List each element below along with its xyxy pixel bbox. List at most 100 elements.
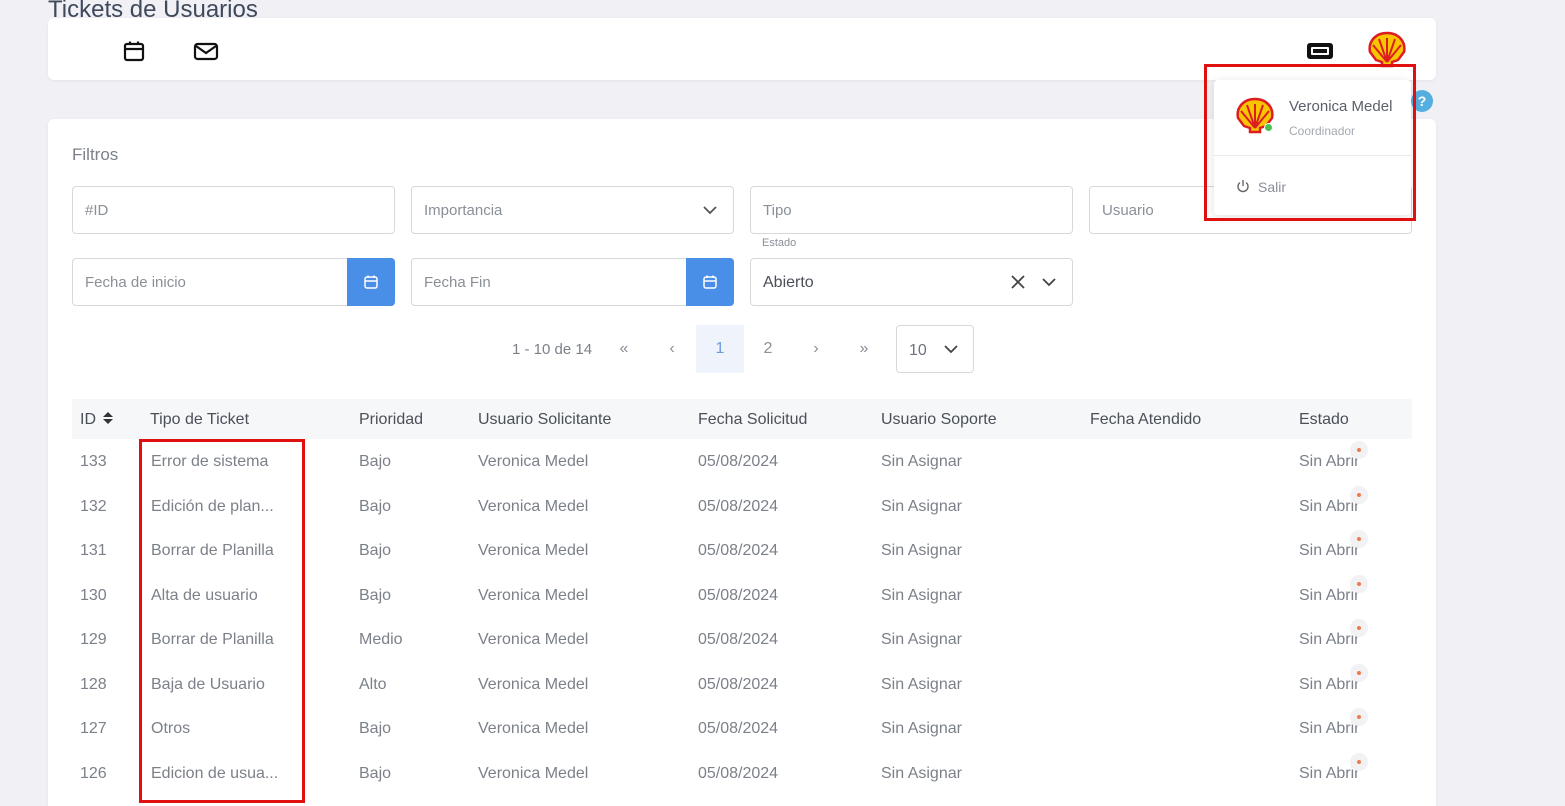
cell-soporte: Sin Asignar: [881, 586, 962, 604]
column-header-soporte: Usuario Soporte: [881, 411, 997, 428]
first-page-button[interactable]: «: [600, 325, 648, 373]
table-row[interactable]: 132 Edición de plan... Bajo Veronica Medel 0…: [72, 484, 1412, 529]
help-icon[interactable]: ?: [1411, 90, 1433, 112]
cell-fecha-solicitud: 05/08/2024: [698, 497, 779, 515]
fecha-inicio-input[interactable]: Fecha de inicio: [72, 258, 395, 306]
status-dot: [1350, 441, 1368, 459]
id-placeholder: #ID: [85, 202, 109, 219]
sort-icon: [103, 412, 114, 424]
table-row[interactable]: 133 Error de sistema Bajo Veronica Medel 05/…: [72, 439, 1412, 484]
cell-solicitante: Veronica Medel: [478, 453, 589, 470]
cell-tipo: Borrar de Planilla: [151, 542, 274, 559]
fecha-fin-input[interactable]: Fecha Fin: [411, 258, 734, 306]
last-page-button[interactable]: »: [840, 325, 888, 373]
calendar-icon: [364, 275, 378, 289]
ticket-icon[interactable]: [1305, 39, 1335, 63]
status-dot: [1350, 485, 1368, 504]
cell-soporte: Sin Asignar: [881, 631, 962, 648]
cell-tipo: Error de sistema: [151, 453, 269, 470]
cell-tipo: Otros: [151, 720, 191, 737]
cell-tipo: Edición de plan...: [151, 497, 274, 515]
mail-icon[interactable]: [193, 39, 219, 63]
page-2-button[interactable]: 2: [744, 325, 792, 373]
cell-id: 131: [80, 542, 107, 559]
chevron-down-icon[interactable]: [1040, 273, 1058, 295]
cell-tipo: Baja de Usuario: [151, 675, 265, 693]
logout-button[interactable]: Salir: [1236, 179, 1286, 195]
cell-soporte: Sin Asignar: [881, 720, 962, 737]
importancia-select[interactable]: Importancia: [411, 186, 734, 234]
chevron-down-icon: [943, 341, 959, 362]
cell-fecha-solicitud: 05/08/2024: [698, 764, 779, 782]
cell-soporte: Sin Asignar: [881, 675, 962, 693]
page-size-select[interactable]: 10: [896, 325, 974, 373]
fecha-fin-calendar-button[interactable]: [686, 258, 734, 306]
user-name: Veronica Medel: [1289, 98, 1393, 115]
logout-label: Salir: [1258, 179, 1287, 195]
cell-tipo: Alta de usuario: [151, 586, 258, 604]
table-row[interactable]: 127 Otros Bajo Veronica Medel 05/08/2024 Sin …: [72, 706, 1412, 751]
divider: [1214, 155, 1411, 156]
cell-fecha-solicitud: 05/08/2024: [698, 675, 779, 693]
cell-id: 133: [80, 453, 107, 470]
cell-solicitante: Veronica Medel: [478, 586, 589, 604]
estado-select[interactable]: Abierto: [750, 258, 1073, 306]
filters-title: Filtros: [72, 145, 119, 164]
table-row[interactable]: 128 Baja de Usuario Alto Veronica Medel 05/0…: [72, 662, 1412, 707]
tipo-input[interactable]: Tipo: [750, 186, 1073, 234]
cell-estado: Sin Abrir: [1299, 453, 1360, 470]
cell-fecha-solicitud: 05/08/2024: [698, 586, 779, 604]
top-bar: [48, 18, 1436, 80]
tipo-placeholder: Tipo: [763, 202, 792, 219]
calendar-icon[interactable]: [122, 39, 146, 63]
status-dot: [1350, 663, 1368, 682]
cell-solicitante: Veronica Medel: [478, 675, 589, 693]
importancia-placeholder: Importancia: [424, 202, 503, 219]
cell-soporte: Sin Asignar: [881, 764, 962, 782]
table-row[interactable]: 130 Alta de usuario Bajo Veronica Medel 05/0…: [72, 573, 1412, 618]
table-row[interactable]: 131 Borrar de Planilla Bajo Veronica Medel 0…: [72, 528, 1412, 573]
page-1-button[interactable]: 1: [696, 325, 744, 373]
table-row[interactable]: 126 Edicion de usua... Bajo Veronica Medel 0…: [72, 751, 1412, 796]
filters-card: Filtros #ID Importancia Tipo Usuario Fec…: [48, 119, 1436, 806]
column-header-fecha-atendido: Fecha Atendido: [1090, 411, 1202, 428]
cell-tipo: Borrar de Planilla: [151, 631, 274, 648]
cell-id: 128: [80, 675, 107, 693]
user-menu-dropdown: Veronica Medel Coordinador Salir: [1214, 80, 1411, 215]
cell-estado: Sin Abrir: [1299, 631, 1360, 648]
fecha-inicio-calendar-button[interactable]: [347, 258, 395, 306]
cell-fecha-solicitud: 05/08/2024: [698, 631, 779, 648]
user-role: Coordinador: [1289, 124, 1356, 138]
cell-id: 126: [80, 764, 107, 782]
cell-fecha-solicitud: 05/08/2024: [698, 720, 779, 737]
cell-solicitante: Veronica Medel: [478, 764, 589, 782]
column-header-prioridad: Prioridad: [359, 411, 424, 428]
user-avatar-shell-logo[interactable]: [1366, 30, 1408, 73]
next-page-button[interactable]: ›: [792, 325, 840, 373]
cell-solicitante: Veronica Medel: [478, 720, 589, 737]
calendar-icon: [703, 275, 717, 289]
cell-fecha-solicitud: 05/08/2024: [698, 453, 779, 470]
cell-prioridad: Bajo: [359, 542, 392, 559]
page-size-value: 10: [909, 342, 927, 359]
cell-solicitante: Veronica Medel: [478, 497, 589, 515]
clear-icon[interactable]: [1010, 274, 1026, 294]
cell-prioridad: Medio: [359, 631, 403, 648]
user-avatar-shell-logo: [1234, 96, 1276, 139]
usuario-placeholder: Usuario: [1102, 202, 1154, 219]
status-dot: [1350, 752, 1368, 771]
fecha-fin-placeholder: Fecha Fin: [424, 274, 491, 291]
cell-estado: Sin Abrir: [1299, 542, 1360, 559]
prev-page-button[interactable]: ‹: [648, 325, 696, 373]
cell-prioridad: Bajo: [359, 764, 392, 782]
column-header-id[interactable]: ID: [80, 411, 114, 429]
pagination-range: 1 - 10 de 14: [512, 341, 593, 358]
chevron-down-icon: [701, 201, 719, 223]
id-input[interactable]: #ID: [72, 186, 395, 234]
estado-value: Abierto: [763, 274, 814, 291]
table-row[interactable]: 129 Borrar de Planilla Medio Veronica Medel…: [72, 617, 1412, 662]
cell-estado: Sin Abrir: [1299, 720, 1360, 737]
fecha-inicio-placeholder: Fecha de inicio: [85, 274, 186, 291]
cell-solicitante: Veronica Medel: [478, 542, 589, 559]
power-icon: [1237, 180, 1249, 193]
